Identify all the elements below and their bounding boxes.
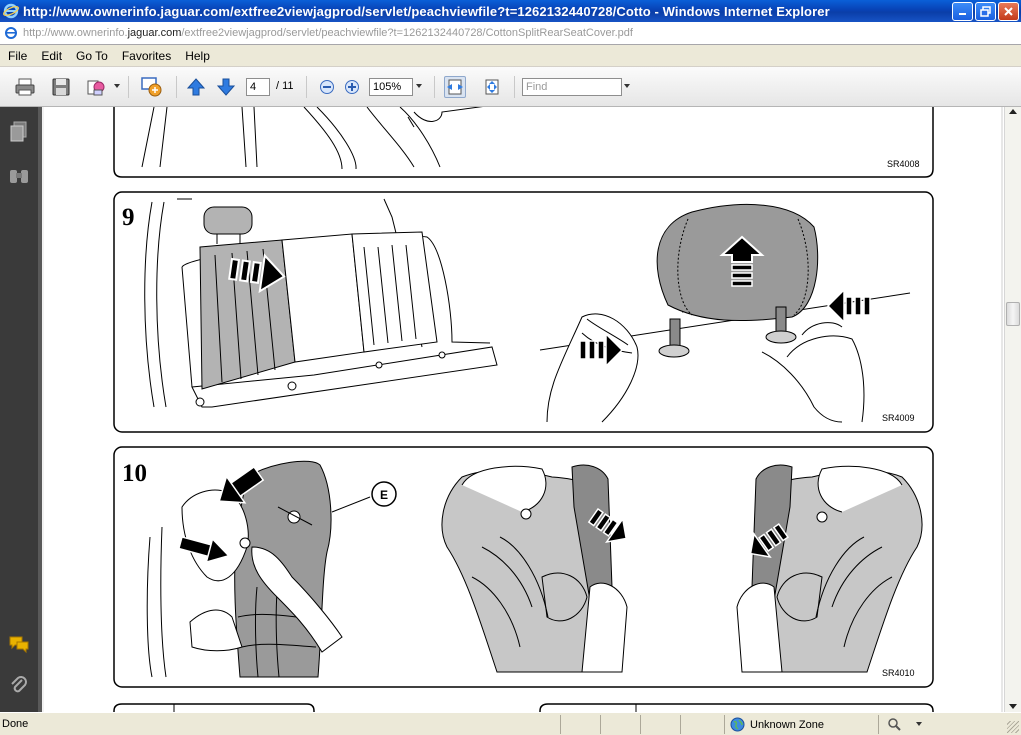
fit-width-button[interactable] <box>444 76 466 98</box>
close-button[interactable] <box>998 1 1019 21</box>
fit-page-button[interactable] <box>481 76 503 98</box>
status-text: Done <box>2 718 29 730</box>
restore-icon <box>980 5 991 17</box>
pdf-page: SR4008 9 SR4009 E 10 SR4010 <box>42 107 1003 712</box>
arrow-down-icon <box>216 78 236 96</box>
zoom-level-field[interactable]: 105% <box>369 78 413 96</box>
ie-logo-icon <box>3 3 19 19</box>
zoom-in-icon <box>345 80 359 94</box>
restore-button[interactable] <box>975 1 996 21</box>
find-dropdown-icon[interactable] <box>624 84 630 88</box>
pdf-toolbar: 4 / 11 105% Find <box>0 67 1021 107</box>
navigation-pane <box>0 107 42 712</box>
collaborate-button[interactable] <box>140 76 162 98</box>
binoculars-icon <box>10 170 28 183</box>
figure-code-top: SR4008 <box>887 159 920 169</box>
comments-panel-button[interactable] <box>6 631 32 657</box>
pages-icon <box>87 80 105 96</box>
fit-width-icon <box>447 79 463 95</box>
magnifier-icon <box>888 718 901 731</box>
zoom-out-button[interactable] <box>316 76 338 98</box>
menu-bar: File Edit Go To Favorites Help <box>0 45 1021 67</box>
save-button[interactable] <box>50 76 72 98</box>
security-zone[interactable]: Unknown Zone <box>730 717 824 732</box>
pages-icon <box>10 121 27 142</box>
url-path: /extfree2viewjagprod/servlet/peachviewfi… <box>181 27 633 39</box>
menu-file[interactable]: File <box>2 49 33 63</box>
address-bar[interactable]: http://www.ownerinfo.jaguar.com/extfree2… <box>0 22 1021 45</box>
security-zone-label: Unknown Zone <box>750 718 824 731</box>
menu-help[interactable]: Help <box>179 49 216 63</box>
figure-panel-step-9: 9 SR4009 <box>113 191 934 433</box>
collaborate-icon <box>141 77 162 97</box>
arrow-up-icon <box>186 78 206 96</box>
menu-favorites[interactable]: Favorites <box>116 49 177 63</box>
status-zoom-control[interactable] <box>887 717 922 731</box>
search-panel-button[interactable] <box>6 163 32 189</box>
menu-go-to[interactable]: Go To <box>70 49 114 63</box>
globe-icon <box>730 717 745 732</box>
figure-panel-step-10: E 10 SR4010 <box>113 446 934 688</box>
toolbar-separator <box>176 76 177 98</box>
status-divider <box>724 715 725 734</box>
toolbar-separator <box>514 76 515 98</box>
status-bar: Done Unknown Zone <box>0 712 1021 735</box>
status-zoom-dropdown-icon[interactable] <box>916 722 922 726</box>
step-number-9: 9 <box>122 204 135 231</box>
figure-code-9: SR4009 <box>882 413 915 423</box>
resize-grip[interactable] <box>1007 721 1019 733</box>
status-divider <box>560 715 561 734</box>
page-total-label: / 11 <box>276 80 294 92</box>
document-options-button[interactable] <box>86 76 108 98</box>
callout-e: E <box>380 488 388 502</box>
zoom-in-button[interactable] <box>341 76 363 98</box>
figure-code-10: SR4010 <box>882 668 915 678</box>
next-page-button[interactable] <box>215 76 237 98</box>
toolbar-separator <box>434 76 435 98</box>
status-divider <box>680 715 681 734</box>
print-button[interactable] <box>14 76 36 98</box>
zoom-dropdown-icon[interactable] <box>416 84 422 88</box>
floppy-disk-icon <box>52 78 70 96</box>
url-prefix: http://www.ownerinfo. <box>23 27 128 39</box>
ie-page-icon <box>5 27 17 39</box>
pages-panel-button[interactable] <box>6 119 32 145</box>
zoom-out-icon <box>320 80 334 94</box>
attachments-panel-button[interactable] <box>6 673 32 699</box>
scroll-up-icon[interactable] <box>1009 109 1017 114</box>
pdf-document-view[interactable]: SR4008 9 SR4009 E 10 SR4010 <box>42 107 1004 712</box>
figure-panel-top <box>113 107 934 178</box>
vertical-scrollbar[interactable] <box>1004 107 1021 712</box>
status-divider <box>640 715 641 734</box>
scroll-down-icon[interactable] <box>1009 704 1017 709</box>
scrollbar-thumb[interactable] <box>1006 302 1020 326</box>
menu-edit[interactable]: Edit <box>35 49 68 63</box>
figure-panel-bottom-partial <box>113 703 934 712</box>
status-divider <box>878 715 879 734</box>
minimize-button[interactable] <box>952 1 973 21</box>
title-bar: http://www.ownerinfo.jaguar.com/extfree2… <box>0 0 1021 22</box>
find-input[interactable]: Find <box>522 78 622 96</box>
url-domain: jaguar.com <box>127 27 182 39</box>
status-divider <box>600 715 601 734</box>
close-icon <box>1004 6 1013 16</box>
window-title: http://www.ownerinfo.jaguar.com/extfree2… <box>23 3 830 19</box>
document-options-dropdown-icon[interactable] <box>114 84 120 88</box>
fit-page-icon <box>485 79 499 95</box>
minimize-icon <box>958 13 966 15</box>
toolbar-separator <box>306 76 307 98</box>
previous-page-button[interactable] <box>185 76 207 98</box>
printer-icon <box>15 78 35 96</box>
toolbar-separator <box>128 76 129 98</box>
comments-icon <box>9 636 29 654</box>
step-number-10: 10 <box>122 460 147 487</box>
address-url[interactable]: http://www.ownerinfo.jaguar.com/extfree2… <box>23 27 633 39</box>
page-number-input[interactable]: 4 <box>246 78 270 96</box>
paperclip-icon <box>11 676 27 693</box>
